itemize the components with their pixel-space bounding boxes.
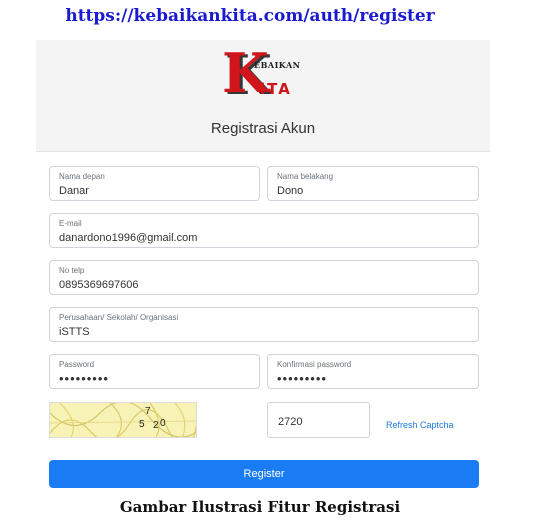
registration-card: K K EBAIKAN iTA Registrasi Akun Nama dep…: [36, 40, 490, 498]
password-field[interactable]: Password •••••••••: [49, 354, 260, 389]
logo-top-text: EBAIKAN: [254, 60, 301, 70]
email-field[interactable]: E-mail: [49, 213, 479, 248]
password-input[interactable]: •••••••••: [59, 371, 250, 386]
phone-input[interactable]: [59, 279, 469, 291]
organization-field[interactable]: Perusahaan/ Sekolah/ Organisasi: [49, 307, 479, 342]
captcha-input[interactable]: [278, 416, 358, 428]
email-input[interactable]: [59, 232, 469, 244]
confirm-password-field[interactable]: Konfirmasi password •••••••••: [267, 354, 479, 389]
last-name-field[interactable]: Nama belakang: [267, 166, 479, 201]
captcha-digit-1: 7: [145, 406, 151, 417]
email-label: E-mail: [59, 219, 82, 228]
page-title: Registrasi Akun: [210, 120, 316, 137]
phone-label: No telp: [59, 266, 85, 275]
card-header: K K EBAIKAN iTA Registrasi Akun: [36, 40, 490, 152]
captcha-noise: 7 5 2 0: [50, 403, 196, 437]
last-name-input[interactable]: [277, 185, 469, 197]
first-name-field[interactable]: Nama depan: [49, 166, 260, 201]
captcha-digit-2: 5: [139, 419, 145, 430]
captcha-input-field[interactable]: [267, 402, 370, 438]
kebaikan-kita-logo: K K EBAIKAN iTA: [222, 46, 302, 108]
organization-label: Perusahaan/ Sekolah/ Organisasi: [59, 313, 179, 322]
logo-bottom-text: iTA: [260, 80, 292, 98]
confirm-password-label: Konfirmasi password: [277, 360, 352, 369]
organization-input[interactable]: [59, 326, 469, 338]
figure-caption: Gambar Ilustrasi Fitur Registrasi: [119, 498, 401, 516]
last-name-label: Nama belakang: [277, 172, 334, 181]
captcha-digit-3: 2: [153, 420, 159, 431]
confirm-password-input[interactable]: •••••••••: [277, 371, 469, 386]
first-name-input[interactable]: [59, 185, 250, 197]
captcha-image: 7 5 2 0: [49, 402, 197, 438]
register-button[interactable]: Register: [49, 460, 479, 488]
captcha-digit-4: 0: [160, 418, 166, 429]
first-name-label: Nama depan: [59, 172, 105, 181]
password-label: Password: [59, 360, 95, 369]
url-caption: https://kebaikankita.com/auth/register: [65, 6, 435, 26]
phone-field[interactable]: No telp: [49, 260, 479, 295]
refresh-captcha-link[interactable]: Refresh Captcha: [386, 420, 454, 430]
